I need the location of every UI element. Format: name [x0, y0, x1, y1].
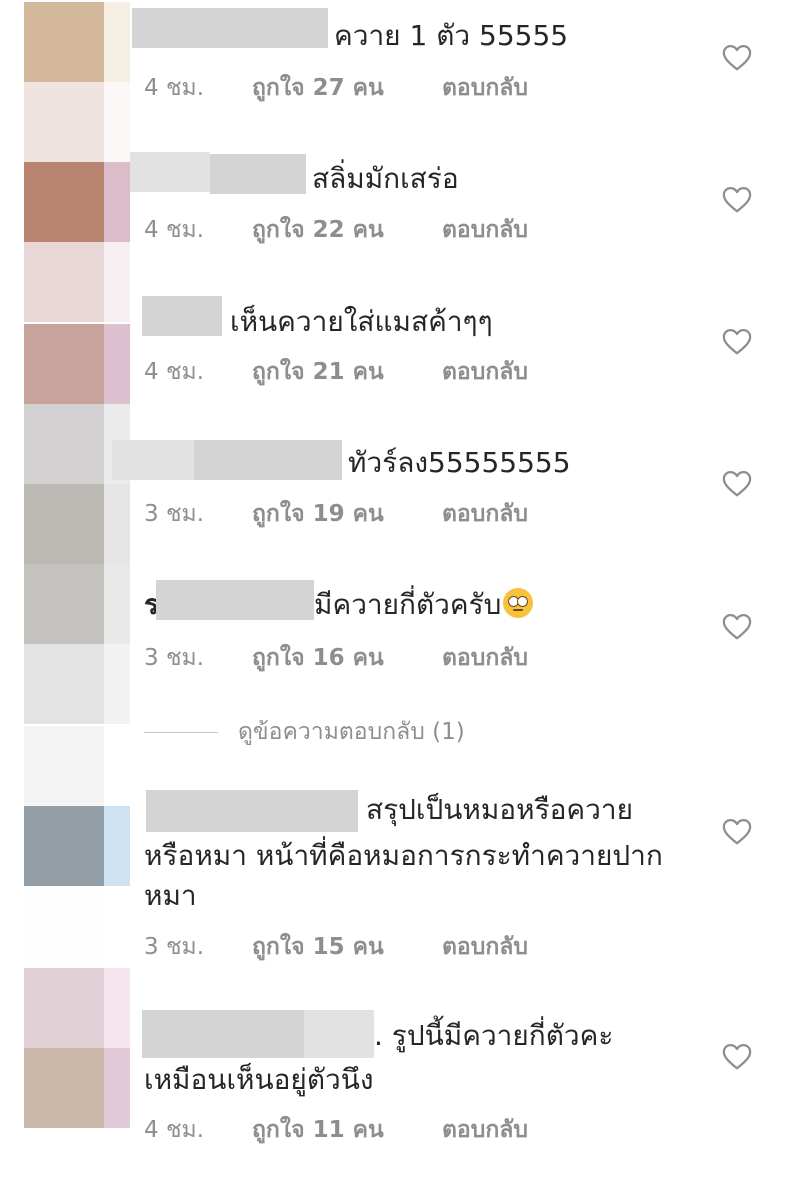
- avatar[interactable]: [24, 806, 104, 886]
- censored-username: [304, 1010, 374, 1058]
- heart-outline-icon[interactable]: [722, 186, 752, 214]
- comment-text-line-3: หมา: [144, 879, 197, 912]
- censored-username: [194, 440, 342, 480]
- comment-text: มีควายกี่ตัวครับ: [314, 583, 534, 627]
- avatar: [24, 644, 104, 724]
- heart-outline-icon[interactable]: [722, 470, 752, 498]
- like-count-link[interactable]: ถูกใจ 15 คน: [252, 929, 442, 965]
- comment-meta: 3 ชม. ถูกใจ 19 คน ตอบกลับ: [144, 496, 528, 532]
- avatar[interactable]: [24, 324, 104, 404]
- avatar[interactable]: [24, 564, 104, 644]
- avatar-edge: [104, 968, 130, 1048]
- like-count-link[interactable]: ถูกใจ 19 คน: [252, 496, 442, 532]
- reply-button[interactable]: ตอบกลับ: [442, 1112, 528, 1148]
- comment-time: 3 ชม.: [144, 645, 205, 671]
- comment-time: 3 ชม.: [144, 501, 205, 527]
- comment-time: 3 ชม.: [144, 934, 205, 960]
- comment-meta: 3 ชม. ถูกใจ 15 คน ตอบกลับ: [144, 929, 528, 965]
- reply-button[interactable]: ตอบกลับ: [442, 929, 528, 965]
- heart-outline-icon[interactable]: [722, 328, 752, 356]
- censored-username: [112, 440, 194, 480]
- comment-meta: 4 ชม. ถูกใจ 21 คน ตอบกลับ: [144, 354, 528, 390]
- view-replies-label: ดูข้อความตอบกลับ (1): [238, 719, 465, 745]
- censored-username: [142, 296, 222, 336]
- reply-button[interactable]: ตอบกลับ: [442, 212, 528, 248]
- avatar: [24, 242, 104, 322]
- heart-outline-icon[interactable]: [722, 1043, 752, 1071]
- comment-meta: 4 ชม. ถูกใจ 27 คน ตอบกลับ: [144, 70, 528, 106]
- avatar[interactable]: [24, 2, 104, 82]
- avatar[interactable]: [24, 162, 104, 242]
- comment-text-line-2: เหมือนเห็นอยู่ตัวนึง: [144, 1063, 374, 1096]
- comment-text: ทัวร์ลง55555555: [348, 446, 571, 479]
- divider-line: [144, 731, 218, 733]
- avatar[interactable]: [24, 1048, 104, 1128]
- comment-text-line-2: หรือหมา หน้าที่คือหมอการกระทำควายปาก: [144, 839, 663, 872]
- comment-text-body: มีควายกี่ตัวครับ: [314, 588, 502, 621]
- avatar-edge: [104, 564, 130, 644]
- like-count-link[interactable]: ถูกใจ 22 คน: [252, 212, 442, 248]
- avatar-edge: [104, 2, 130, 82]
- avatar: [24, 82, 104, 162]
- avatar-edge: [104, 82, 130, 162]
- avatar[interactable]: [24, 968, 104, 1048]
- like-count-link[interactable]: ถูกใจ 11 คน: [252, 1112, 442, 1148]
- censored-username: [156, 580, 314, 620]
- avatar-edge: [104, 324, 130, 404]
- comment-text: เห็นควายใส่แมสค้าๆๆ: [230, 305, 493, 338]
- heart-outline-icon[interactable]: [722, 818, 752, 846]
- avatar: [24, 886, 104, 966]
- comment-text: ควาย 1 ตัว 55555: [334, 19, 569, 52]
- comment-text-line-1: สรุปเป็นหมอหรือควาย: [366, 793, 634, 826]
- comment-text-line-1: . รูปนี้มีควายกี่ตัวคะ: [374, 1019, 614, 1052]
- censored-username: [146, 790, 358, 832]
- comment-meta: 3 ชม. ถูกใจ 16 คน ตอบกลับ: [144, 640, 528, 676]
- comment-meta: 4 ชม. ถูกใจ 11 คน ตอบกลับ: [144, 1112, 528, 1148]
- face-with-rolling-eyes-emoji: [503, 588, 534, 618]
- avatar[interactable]: [24, 484, 104, 564]
- avatar-edge: [104, 162, 130, 242]
- avatar-edge: [104, 1048, 130, 1128]
- avatar-edge: [104, 242, 130, 322]
- avatar-edge: [104, 806, 130, 886]
- censored-username: [132, 8, 328, 48]
- censored-username: [210, 154, 306, 194]
- reply-button[interactable]: ตอบกลับ: [442, 70, 528, 106]
- heart-outline-icon[interactable]: [722, 44, 752, 72]
- comment-time: 4 ชม.: [144, 1117, 205, 1143]
- censored-username: [142, 1010, 304, 1058]
- comment-meta: 4 ชม. ถูกใจ 22 คน ตอบกลับ: [144, 212, 528, 248]
- comment-time: 4 ชม.: [144, 217, 205, 243]
- avatar-edge: [104, 484, 130, 564]
- avatar-edge: [104, 644, 130, 724]
- view-replies-button[interactable]: ดูข้อความตอบกลับ (1): [144, 716, 465, 748]
- heart-outline-icon[interactable]: [722, 613, 752, 641]
- like-count-link[interactable]: ถูกใจ 21 คน: [252, 354, 442, 390]
- reply-button[interactable]: ตอบกลับ: [442, 496, 528, 532]
- censored-username: [130, 152, 210, 192]
- reply-button[interactable]: ตอบกลับ: [442, 354, 528, 390]
- like-count-link[interactable]: ถูกใจ 27 คน: [252, 70, 442, 106]
- comment-time: 4 ชม.: [144, 359, 205, 385]
- comment-time: 4 ชม.: [144, 75, 205, 101]
- comment-text: สลิ่มมักเสร่อ: [312, 162, 459, 195]
- avatar: [24, 726, 104, 806]
- reply-button[interactable]: ตอบกลับ: [442, 640, 528, 676]
- like-count-link[interactable]: ถูกใจ 16 คน: [252, 640, 442, 676]
- avatar: [24, 404, 104, 484]
